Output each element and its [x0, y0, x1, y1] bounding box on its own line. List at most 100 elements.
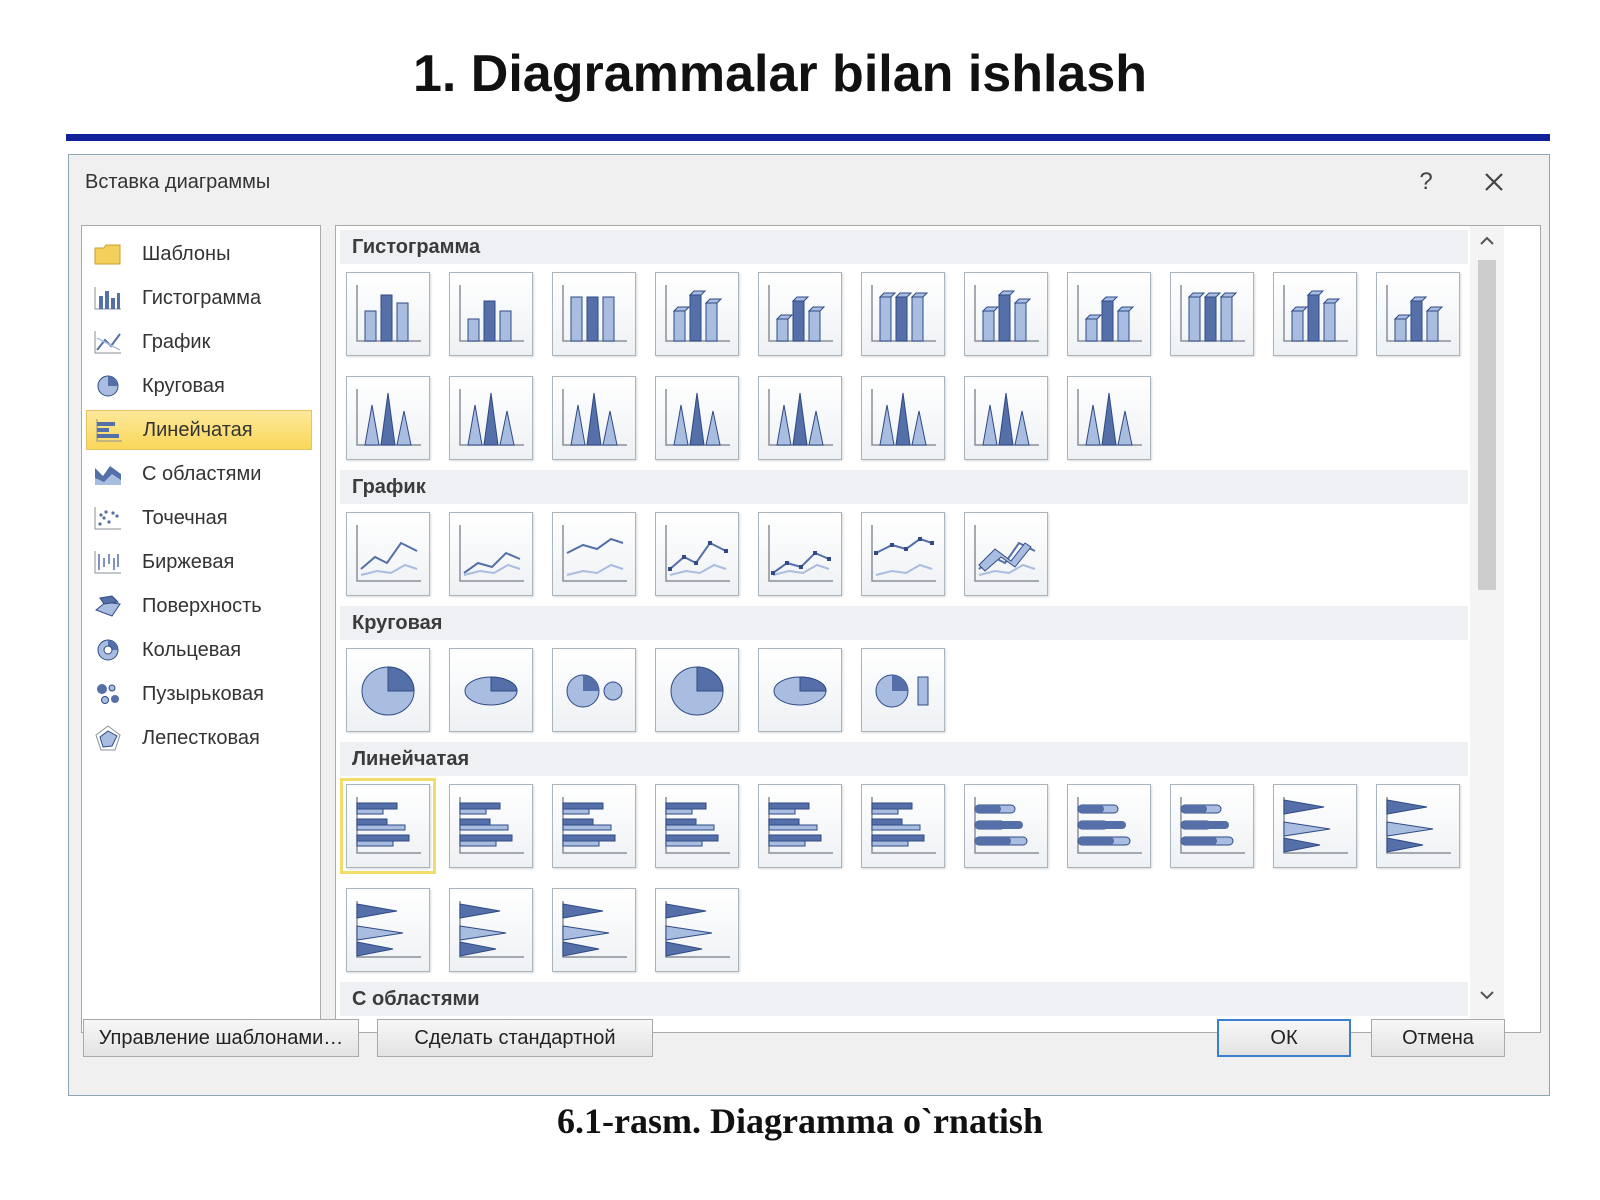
sidebar-item-label: График	[142, 330, 211, 353]
clustered-horizontal-pyramid-icon[interactable]	[449, 888, 533, 972]
title-divider	[66, 134, 1550, 141]
clustered-bar-icon[interactable]	[340, 778, 436, 874]
sidebar-item-label: Поверхность	[142, 594, 262, 617]
3d-cone-icon[interactable]	[655, 376, 739, 460]
bubble-chart-icon	[92, 680, 124, 708]
area-chart-icon	[92, 460, 124, 488]
sidebar-item-4[interactable]: Линейчатая	[86, 410, 312, 450]
radar-chart-icon	[92, 724, 124, 752]
pie-icon[interactable]	[346, 648, 430, 732]
percent-stacked-horizontal-cone-icon[interactable]	[346, 888, 430, 972]
percent-stacked-horizontal-pyramid-icon[interactable]	[655, 888, 739, 972]
section-header: С областями	[340, 982, 1468, 1016]
bar-chart-icon	[93, 416, 125, 444]
clustered-horizontal-cylinder-icon[interactable]	[964, 784, 1048, 868]
cancel-button[interactable]: Отмена	[1371, 1019, 1505, 1057]
line-with-markers-icon[interactable]	[655, 512, 739, 596]
sidebar-item-label: Точечная	[142, 506, 228, 529]
set-default-button[interactable]: Сделать стандартной	[377, 1019, 653, 1057]
3d-stacked-bar-icon[interactable]	[758, 784, 842, 868]
close-icon[interactable]	[1479, 167, 1509, 197]
section-header: График	[340, 470, 1468, 504]
3d-percent-stacked-bar-icon[interactable]	[861, 784, 945, 868]
sidebar-item-3[interactable]: Круговая	[86, 366, 312, 406]
sidebar-item-label: Пузырьковая	[142, 682, 264, 705]
folder-icon	[92, 240, 124, 268]
clustered-cylinder-icon[interactable]	[1067, 272, 1151, 356]
chevron-down-icon[interactable]	[1478, 986, 1496, 1004]
percent-stacked-line-with-markers-icon[interactable]	[861, 512, 945, 596]
sidebar-item-label: Круговая	[142, 374, 225, 397]
percent-stacked-cone-icon[interactable]	[552, 376, 636, 460]
sidebar-item-7[interactable]: Биржевая	[86, 542, 312, 582]
scroll-thumb[interactable]	[1478, 260, 1496, 590]
stock-chart-icon	[92, 548, 124, 576]
sidebar-item-1[interactable]: Гистограмма	[86, 278, 312, 318]
section-header: Линейчатая	[340, 742, 1468, 776]
sidebar-item-10[interactable]: Пузырьковая	[86, 674, 312, 714]
stacked-cone-icon[interactable]	[449, 376, 533, 460]
slide-title: 1. Diagrammalar bilan ishlash	[412, 45, 1148, 103]
sidebar-item-label: Шаблоны	[142, 242, 231, 265]
gallery-scrollbar[interactable]	[1470, 226, 1504, 1032]
percent-stacked-pyramid-icon[interactable]	[964, 376, 1048, 460]
exploded-pie-icon[interactable]	[655, 648, 739, 732]
3d-pie-icon[interactable]	[449, 648, 533, 732]
manage-templates-button[interactable]: Управление шаблонами…	[83, 1019, 359, 1057]
stacked-column-icon[interactable]	[449, 272, 533, 356]
3d-clustered-column-icon[interactable]	[655, 272, 739, 356]
dialog-title: Вставка диаграммы	[85, 171, 271, 193]
3d-pyramid-icon[interactable]	[1067, 376, 1151, 460]
line-chart-icon	[92, 328, 124, 356]
sidebar-item-11[interactable]: Лепестковая	[86, 718, 312, 758]
percent-stacked-cylinder-icon[interactable]	[1273, 272, 1357, 356]
scatter-chart-icon	[92, 504, 124, 532]
clustered-pyramid-icon[interactable]	[758, 376, 842, 460]
3d-percent-stacked-column-icon[interactable]	[861, 272, 945, 356]
percent-stacked-horizontal-cylinder-icon[interactable]	[1170, 784, 1254, 868]
stacked-cylinder-icon[interactable]	[1170, 272, 1254, 356]
bar-of-pie-icon[interactable]	[861, 648, 945, 732]
stacked-horizontal-cylinder-icon[interactable]	[1067, 784, 1151, 868]
chevron-up-icon[interactable]	[1478, 232, 1496, 250]
ok-button[interactable]: ОК	[1217, 1019, 1351, 1057]
stacked-line-icon[interactable]	[449, 512, 533, 596]
clustered-horizontal-cone-icon[interactable]	[1273, 784, 1357, 868]
stacked-bar-icon[interactable]	[449, 784, 533, 868]
3d-cylinder-icon[interactable]	[1376, 272, 1460, 356]
sidebar-item-6[interactable]: Точечная	[86, 498, 312, 538]
sidebar-item-label: С областями	[142, 462, 262, 485]
sidebar-item-8[interactable]: Поверхность	[86, 586, 312, 626]
percent-stacked-bar-icon[interactable]	[552, 784, 636, 868]
sidebar-item-5[interactable]: С областями	[86, 454, 312, 494]
stacked-horizontal-pyramid-icon[interactable]	[552, 888, 636, 972]
stacked-pyramid-icon[interactable]	[861, 376, 945, 460]
percent-stacked-column-icon[interactable]	[552, 272, 636, 356]
stacked-line-with-markers-icon[interactable]	[758, 512, 842, 596]
column-chart-icon	[92, 284, 124, 312]
3d-stacked-column-icon[interactable]	[758, 272, 842, 356]
sidebar-item-9[interactable]: Кольцевая	[86, 630, 312, 670]
3d-line-icon[interactable]	[964, 512, 1048, 596]
3d-clustered-bar-icon[interactable]	[655, 784, 739, 868]
doughnut-chart-icon	[92, 636, 124, 664]
help-button[interactable]: ?	[1411, 165, 1441, 199]
percent-stacked-line-icon[interactable]	[552, 512, 636, 596]
section-header: Гистограмма	[340, 230, 1468, 264]
surface-chart-icon	[92, 592, 124, 620]
figure-caption: 6.1-rasm. Diagramma o`rnatish	[557, 1101, 1043, 1141]
pie-chart-icon	[92, 372, 124, 400]
sidebar-item-label: Кольцевая	[142, 638, 242, 661]
pie-of-pie-icon[interactable]	[552, 648, 636, 732]
sidebar-item-0[interactable]: Шаблоны	[86, 234, 312, 274]
clustered-cone-icon[interactable]	[346, 376, 430, 460]
stacked-horizontal-cone-icon[interactable]	[1376, 784, 1460, 868]
3d-column-icon[interactable]	[964, 272, 1048, 356]
insert-chart-dialog: Вставка диаграммы ? Шаблоны Гистограмма Гр…	[68, 154, 1550, 1096]
section-header: Круговая	[340, 606, 1468, 640]
sidebar-item-2[interactable]: График	[86, 322, 312, 362]
clustered-column-icon[interactable]	[346, 272, 430, 356]
line-icon[interactable]	[346, 512, 430, 596]
exploded-3d-pie-icon[interactable]	[758, 648, 842, 732]
sidebar-item-label: Линейчатая	[143, 418, 253, 441]
